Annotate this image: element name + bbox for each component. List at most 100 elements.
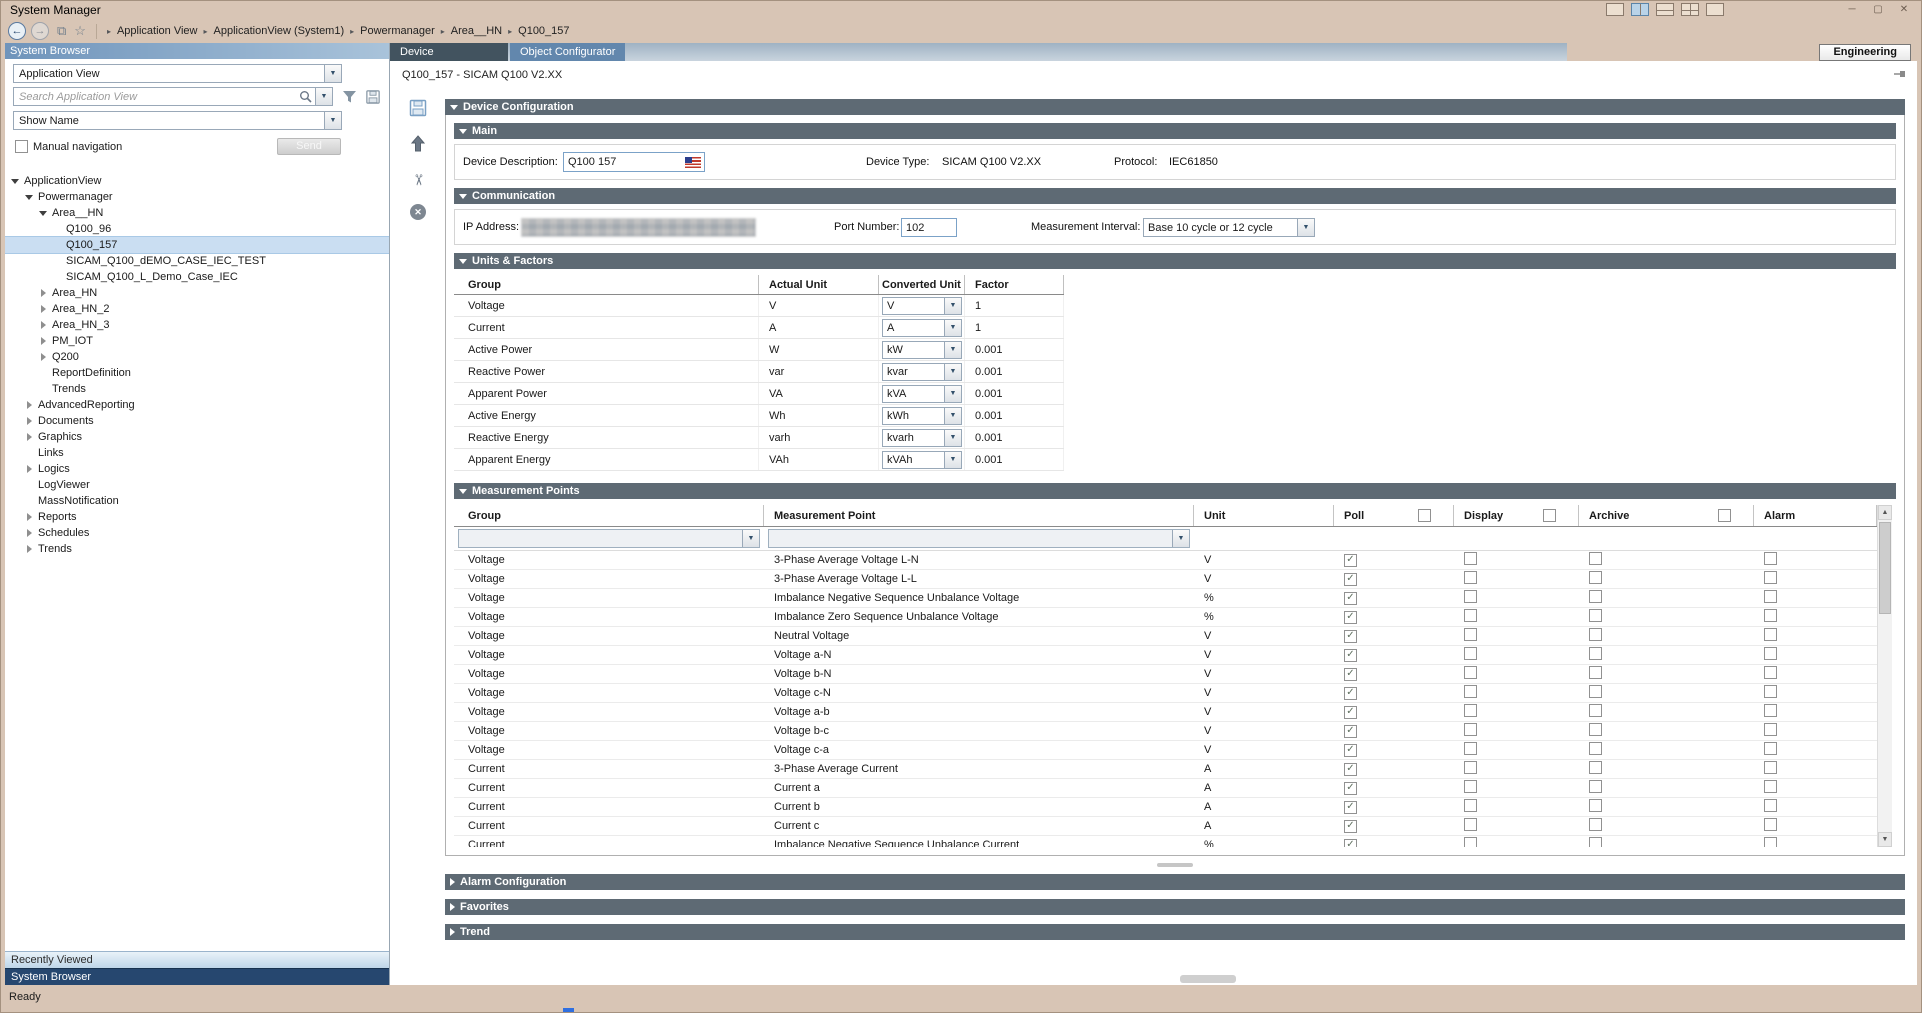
tree-item-trends[interactable]: Trends bbox=[5, 381, 389, 397]
section-splitter[interactable] bbox=[445, 861, 1905, 869]
chevron-down-icon[interactable]: ▼ bbox=[944, 452, 961, 468]
measurement-row[interactable]: VoltageVoltage a-bV✓ bbox=[454, 703, 1877, 722]
view-dropdown[interactable]: Application View ▼ bbox=[13, 64, 342, 83]
tree-item-sicam-q100-l-demo-case-iec[interactable]: SICAM_Q100_L_Demo_Case_IEC bbox=[5, 269, 389, 285]
alarm-checkbox[interactable] bbox=[1764, 628, 1777, 641]
breadcrumb-item-q100-157[interactable]: Q100_157 bbox=[518, 25, 569, 37]
group-filter-dropdown[interactable]: ▼ bbox=[458, 529, 760, 548]
measurement-row[interactable]: VoltageVoltage b-cV✓ bbox=[454, 722, 1877, 741]
tree-expander-icon[interactable] bbox=[39, 209, 48, 218]
measurement-row[interactable]: VoltageImbalance Negative Sequence Unbal… bbox=[454, 589, 1877, 608]
display-checkbox[interactable] bbox=[1464, 799, 1477, 812]
tab-device[interactable]: Device bbox=[390, 43, 508, 61]
column-header-poll[interactable]: Poll bbox=[1334, 505, 1454, 526]
display-checkbox[interactable] bbox=[1464, 780, 1477, 793]
save-filter-icon[interactable] bbox=[366, 90, 380, 104]
tree-item-powermanager[interactable]: Powermanager bbox=[5, 189, 389, 205]
layout-window-icon[interactable] bbox=[1706, 3, 1724, 16]
measurement-row[interactable]: VoltageVoltage c-NV✓ bbox=[454, 684, 1877, 703]
recently-viewed-bar[interactable]: Recently Viewed bbox=[5, 951, 389, 968]
alarm-checkbox[interactable] bbox=[1764, 647, 1777, 660]
horizontal-scrollbar-thumb[interactable] bbox=[1180, 975, 1236, 983]
tree-item-reportdefinition[interactable]: ReportDefinition bbox=[5, 365, 389, 381]
column-header-display[interactable]: Display bbox=[1454, 505, 1579, 526]
display-checkbox[interactable] bbox=[1464, 571, 1477, 584]
alarm-checkbox[interactable] bbox=[1764, 761, 1777, 774]
display-checkbox[interactable] bbox=[1464, 761, 1477, 774]
alarm-checkbox[interactable] bbox=[1764, 590, 1777, 603]
vertical-scrollbar[interactable]: ▲ ▼ bbox=[1877, 505, 1892, 847]
archive-checkbox[interactable] bbox=[1589, 685, 1602, 698]
converted-unit-dropdown[interactable]: kWh▼ bbox=[882, 407, 962, 425]
column-header-group[interactable]: Group bbox=[454, 505, 764, 526]
filter-icon[interactable] bbox=[342, 90, 357, 104]
archive-checkbox[interactable] bbox=[1589, 799, 1602, 812]
tree-item-schedules[interactable]: Schedules bbox=[5, 525, 389, 541]
chevron-down-icon[interactable]: ▼ bbox=[315, 88, 332, 105]
measurement-row[interactable]: VoltageVoltage c-aV✓ bbox=[454, 741, 1877, 760]
display-checkbox[interactable] bbox=[1464, 837, 1477, 847]
tree-item-area-hn-3[interactable]: Area_HN_3 bbox=[5, 317, 389, 333]
tree-item-advancedreporting[interactable]: AdvancedReporting bbox=[5, 397, 389, 413]
cancel-icon[interactable]: ✕ bbox=[410, 204, 426, 220]
measurement-interval-dropdown[interactable]: Base 10 cycle or 12 cycle ▼ bbox=[1143, 218, 1315, 237]
chevron-down-icon[interactable]: ▼ bbox=[944, 430, 961, 446]
scrollbar-thumb[interactable] bbox=[1879, 522, 1891, 614]
ip-address-field[interactable] bbox=[521, 218, 756, 237]
tree-expander-icon[interactable] bbox=[25, 401, 34, 410]
open-in-window-icon[interactable]: ⧉ bbox=[57, 23, 66, 39]
archive-checkbox[interactable] bbox=[1589, 609, 1602, 622]
move-up-icon[interactable] bbox=[410, 135, 426, 156]
send-button[interactable]: Send bbox=[277, 138, 341, 155]
archive-checkbox[interactable] bbox=[1589, 647, 1602, 660]
tree-item-area-hn[interactable]: Area__HN bbox=[5, 205, 389, 221]
display-checkbox[interactable] bbox=[1464, 685, 1477, 698]
tab-object-configurator[interactable]: Object Configurator bbox=[510, 43, 625, 61]
archive-checkbox[interactable] bbox=[1589, 723, 1602, 736]
chevron-down-icon[interactable]: ▼ bbox=[1172, 530, 1189, 547]
favorite-star-icon[interactable]: ☆ bbox=[74, 23, 86, 39]
alarm-checkbox[interactable] bbox=[1764, 609, 1777, 622]
section-alarm-configuration[interactable]: Alarm Configuration bbox=[445, 874, 1905, 890]
chevron-down-icon[interactable]: ▼ bbox=[1297, 219, 1314, 236]
tree-item-documents[interactable]: Documents bbox=[5, 413, 389, 429]
display-checkbox[interactable] bbox=[1464, 723, 1477, 736]
measurement-row[interactable]: Voltage3-Phase Average Voltage L-LV✓ bbox=[454, 570, 1877, 589]
chevron-down-icon[interactable]: ▼ bbox=[324, 112, 341, 129]
archive-checkbox[interactable] bbox=[1589, 818, 1602, 831]
poll-checkbox[interactable]: ✓ bbox=[1344, 820, 1357, 833]
poll-checkbox[interactable]: ✓ bbox=[1344, 592, 1357, 605]
alarm-checkbox[interactable] bbox=[1764, 723, 1777, 736]
alarm-checkbox[interactable] bbox=[1764, 704, 1777, 717]
display-select-all-checkbox[interactable] bbox=[1543, 509, 1556, 522]
converted-unit-dropdown[interactable]: kVAh▼ bbox=[882, 451, 962, 469]
measurement-row[interactable]: Current3-Phase Average CurrentA✓ bbox=[454, 760, 1877, 779]
display-checkbox[interactable] bbox=[1464, 609, 1477, 622]
chevron-down-icon[interactable]: ▼ bbox=[944, 408, 961, 424]
close-icon[interactable]: ✕ bbox=[1896, 4, 1912, 15]
column-header-group[interactable]: Group bbox=[454, 275, 759, 294]
tree-item-q100-157[interactable]: Q100_157 bbox=[5, 237, 389, 253]
show-name-dropdown[interactable]: Show Name ▼ bbox=[13, 111, 342, 130]
archive-checkbox[interactable] bbox=[1589, 742, 1602, 755]
tree-expander-icon[interactable] bbox=[25, 513, 34, 522]
layout-grid-icon[interactable] bbox=[1681, 3, 1699, 16]
layout-single-icon[interactable] bbox=[1606, 3, 1624, 16]
chevron-down-icon[interactable]: ▼ bbox=[324, 65, 341, 82]
archive-checkbox[interactable] bbox=[1589, 590, 1602, 603]
layout-split-horizontal-icon[interactable] bbox=[1656, 3, 1674, 16]
alarm-checkbox[interactable] bbox=[1764, 666, 1777, 679]
section-device-configuration[interactable]: Device Configuration bbox=[445, 99, 1905, 115]
section-communication[interactable]: Communication bbox=[454, 188, 1896, 204]
measurement-row[interactable]: Voltage3-Phase Average Voltage L-NV✓ bbox=[454, 551, 1877, 570]
splitter-grip[interactable] bbox=[1157, 863, 1193, 867]
poll-checkbox[interactable]: ✓ bbox=[1344, 573, 1357, 586]
tree-item-graphics[interactable]: Graphics bbox=[5, 429, 389, 445]
alarm-checkbox[interactable] bbox=[1764, 685, 1777, 698]
converted-unit-dropdown[interactable]: kVA▼ bbox=[882, 385, 962, 403]
tree-expander-icon[interactable] bbox=[39, 289, 48, 298]
section-main[interactable]: Main bbox=[454, 123, 1896, 139]
layout-split-vertical-icon[interactable] bbox=[1631, 3, 1649, 16]
poll-checkbox[interactable]: ✓ bbox=[1344, 725, 1357, 738]
converted-unit-dropdown[interactable]: A▼ bbox=[882, 319, 962, 337]
